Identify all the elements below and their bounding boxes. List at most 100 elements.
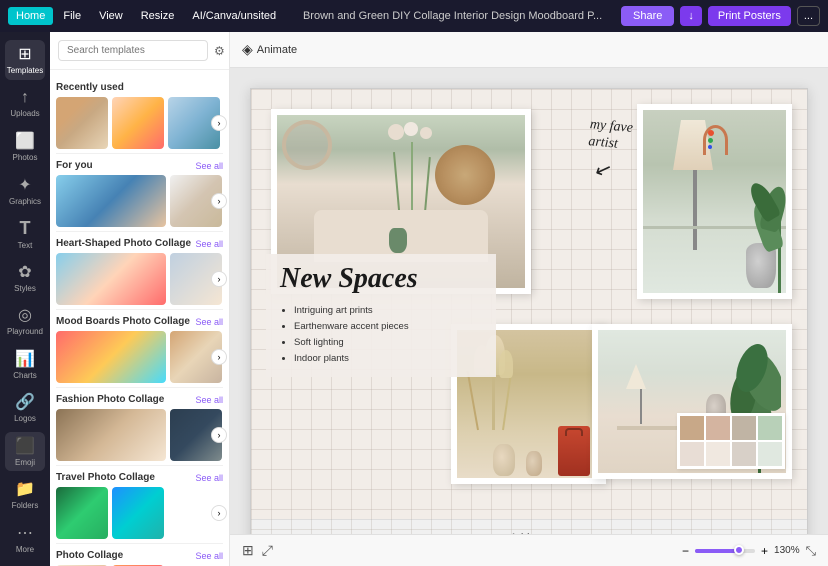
swatch-6 [706,442,730,466]
sidebar-item-logos[interactable]: 🔗 Logos [5,388,45,428]
playground-icon: ◎ [18,305,32,325]
sidebar-item-more[interactable]: ⋯ More [5,519,45,559]
doc-title: Brown and Green DIY Collage Interior Des… [286,10,619,22]
zoom-slider[interactable] [695,549,755,553]
section-header-fashion: Fashion Photo Collage See all [56,394,223,405]
swatch-2 [706,416,730,440]
template-thumb-2[interactable] [112,97,164,149]
template-nav-right-fashion[interactable]: › [211,427,227,443]
template-nav-right-foryou[interactable]: › [211,193,227,209]
sidebar-item-folders[interactable]: 📁 Folders [5,475,45,515]
sidebar-item-photos[interactable]: ⬜ Photos [5,127,45,167]
template-travel-2[interactable] [112,487,164,539]
see-all-heart[interactable]: See all [195,239,223,249]
swatch-1 [680,416,704,440]
left-sidebar: ⊞ Templates ↑ Uploads ⬜ Photos ✦ Graphic… [0,32,50,566]
swatch-4 [758,416,782,440]
section-title-mood: Mood Boards Photo Collage [56,316,190,327]
canvas-container[interactable]: my fave artist ↙ [230,68,828,534]
handwritten-line2: artist [588,134,619,152]
see-all-mood[interactable]: See all [195,317,223,327]
sidebar-item-playground[interactable]: ◎ Playround [5,301,45,341]
green-plant [736,163,786,293]
sidebar-item-templates[interactable]: ⊞ Templates [5,40,45,80]
uploads-icon: ↑ [21,89,29,107]
top-right-buttons: Share ↓ Print Posters ... [621,6,820,26]
section-title-recent: Recently used [56,82,124,93]
menu-resize[interactable]: Resize [133,7,183,25]
zoom-controls: − + 130% ⤡ [682,543,816,559]
template-nav-right-travel[interactable]: › [211,505,227,521]
print-button[interactable]: Print Posters [708,6,791,26]
flower-arrangement [376,122,456,222]
see-all-fashion[interactable]: See all [195,395,223,405]
photo2-inner [643,110,786,293]
zoom-out-button[interactable]: − [682,544,689,558]
bullet-list: Intriguing art prints Earthenware accent… [280,303,482,368]
handwritten-line1: my fave [589,117,633,136]
sidebar-item-emoji[interactable]: ⬛ Emoji [5,432,45,472]
for-you-grid: › [56,175,223,227]
see-all-photo[interactable]: See all [195,551,223,561]
zoom-fit-icon[interactable]: ⤡ [806,543,816,559]
menu-file[interactable]: File [55,7,89,25]
menu-view[interactable]: View [91,7,131,25]
folders-icon: 📁 [15,479,35,499]
section-header-foryou: For you See all [56,160,223,171]
see-all-travel[interactable]: See all [195,473,223,483]
sidebar-item-styles[interactable]: ✿ Styles [5,258,45,298]
template-nav-right-heart[interactable]: › [211,271,227,287]
share-button[interactable]: Share [621,6,674,26]
template-fashion-1[interactable] [56,409,166,461]
art-sculpture [703,125,728,155]
canvas[interactable]: my fave artist ↙ [250,88,808,534]
fullscreen-icon[interactable]: ⤢ [262,542,273,559]
add-page-button[interactable]: + Add page [501,532,557,535]
template-travel-1[interactable] [56,487,108,539]
sidebar-item-charts[interactable]: 📊 Charts [5,345,45,385]
heart-grid: › [56,253,223,305]
zoom-in-button[interactable]: + [761,544,768,558]
styles-icon: ✿ [18,262,31,282]
template-nav-right-recent[interactable]: › [211,115,227,131]
template-heart-1[interactable] [56,253,166,305]
more-button[interactable]: ... [797,6,820,26]
zoom-percent: 130% [774,545,800,556]
search-input[interactable] [58,40,208,61]
grid-view-icon[interactable]: ⊞ [242,542,254,559]
logos-icon: 🔗 [15,392,35,412]
templates-panel: ⚙ Recently used › For you See all [50,32,230,566]
photos-icon: ⬜ [15,131,35,151]
travel-grid: › [56,487,223,539]
sidebar-item-uploads[interactable]: ↑ Uploads [5,84,45,124]
sidebar-item-graphics[interactable]: ✦ Graphics [5,171,45,211]
dots-decoration [708,130,714,149]
section-header-heart: Heart-Shaped Photo Collage See all [56,238,223,249]
animate-button[interactable]: ◈ Animate [242,41,297,58]
filter-button[interactable]: ⚙ [214,44,225,58]
menu-ai[interactable]: AI/Canva/unsited [184,7,284,25]
template-foryou-1[interactable] [56,175,166,227]
template-nav-right-mood[interactable]: › [211,349,227,365]
lamp-base [693,170,697,250]
sidebar-item-text[interactable]: T Text [5,214,45,254]
section-header-mood: Mood Boards Photo Collage See all [56,316,223,327]
bullet-item-1: Intriguing art prints [294,303,482,319]
template-mood-1[interactable] [56,331,166,383]
templates-icon: ⊞ [18,44,31,64]
template-thumb-1[interactable] [56,97,108,149]
graphics-icon: ✦ [18,175,31,195]
add-page-bar: + Add page [251,519,807,534]
text-block[interactable]: New Spaces Intriguing art prints Earthen… [266,254,496,377]
see-all-foryou[interactable]: See all [195,161,223,171]
mood-grid: › [56,331,223,383]
section-title-heart: Heart-Shaped Photo Collage [56,238,191,249]
search-bar: ⚙ [50,32,229,70]
download-button[interactable]: ↓ [680,6,702,26]
color-swatches [677,413,785,469]
menu-home[interactable]: Home [8,7,53,25]
section-title-foryou: For you [56,160,93,171]
bottom-left-icons: ⊞ ⤢ [242,542,273,559]
animate-label: Animate [257,44,297,56]
photo-lamp-plant[interactable] [637,104,792,299]
